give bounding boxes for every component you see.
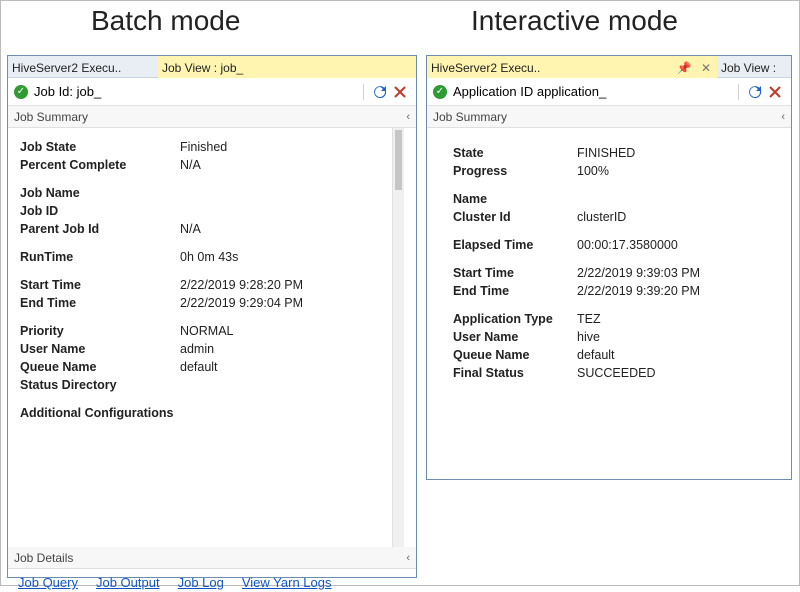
heading-interactive: Interactive mode xyxy=(471,5,678,37)
interactive-panel: HiveServer2 Execu.. 📌 ✕ Job View : ✓ App… xyxy=(426,55,792,480)
pin-icon[interactable]: 📌 xyxy=(677,61,692,75)
link-job-output[interactable]: Job Output xyxy=(96,575,160,590)
chevron-left-icon: ‹ xyxy=(781,111,785,123)
tab-label: HiveServer2 Execu.. xyxy=(12,61,121,75)
k-start: Start Time xyxy=(20,278,180,292)
v-queue: default xyxy=(180,360,218,374)
k-addconf: Additional Configurations xyxy=(20,406,240,420)
tab-jobview[interactable]: Job View : job_ xyxy=(158,56,416,78)
success-icon: ✓ xyxy=(433,85,447,99)
section-job-details[interactable]: Job Details ‹ xyxy=(8,547,416,569)
refresh-button[interactable] xyxy=(745,82,765,102)
link-job-log[interactable]: Job Log xyxy=(178,575,224,590)
tab-label: Job View : job_ xyxy=(162,61,243,75)
k-progress: Progress xyxy=(441,164,573,178)
app-id-value: application_ xyxy=(537,84,606,99)
v-apptype: TEZ xyxy=(573,312,601,326)
k-state: State xyxy=(441,146,573,160)
v-end: 2/22/2019 9:29:04 PM xyxy=(180,296,303,310)
detail-links: Job Query Job Output Job Log View Yarn L… xyxy=(8,569,416,592)
tab-hiveserver[interactable]: HiveServer2 Execu.. 📌 ✕ xyxy=(427,56,717,78)
v-name xyxy=(573,192,577,206)
app-id-row: ✓ Application ID application_ xyxy=(427,78,791,106)
k-runtime: RunTime xyxy=(20,250,180,264)
cancel-button[interactable] xyxy=(390,82,410,102)
k-statusdir: Status Directory xyxy=(20,378,180,392)
separator xyxy=(738,84,739,100)
success-icon: ✓ xyxy=(14,85,28,99)
k-cluster: Cluster Id xyxy=(441,210,573,224)
scroll-thumb[interactable] xyxy=(395,130,402,190)
section-label: Job Summary xyxy=(433,110,507,124)
k-apptype: Application Type xyxy=(441,312,573,326)
tab-jobview[interactable]: Job View : xyxy=(717,56,791,78)
k-job-state: Job State xyxy=(20,140,180,154)
v-percent: N/A xyxy=(180,158,201,172)
k-final: Final Status xyxy=(441,366,573,380)
v-queue: default xyxy=(573,348,615,362)
section-label: Job Summary xyxy=(14,110,88,124)
tabs-left: HiveServer2 Execu.. Job View : job_ xyxy=(8,56,416,78)
k-queue: Queue Name xyxy=(441,348,573,362)
v-parent: N/A xyxy=(180,222,201,236)
k-parent: Parent Job Id xyxy=(20,222,180,236)
v-end: 2/22/2019 9:39:20 PM xyxy=(573,284,700,298)
v-elapsed: 00:00:17.3580000 xyxy=(573,238,678,252)
tab-label: Job View : xyxy=(721,61,776,75)
v-user: hive xyxy=(573,330,600,344)
section-label: Job Details xyxy=(14,551,73,565)
k-priority: Priority xyxy=(20,324,180,338)
v-user: admin xyxy=(180,342,214,356)
k-end: End Time xyxy=(20,296,180,310)
job-id-label: Job Id: xyxy=(34,84,73,99)
summary-scroll: Job StateFinished Percent CompleteN/A Jo… xyxy=(8,128,416,547)
k-name: Name xyxy=(441,192,573,206)
v-priority: NORMAL xyxy=(180,324,233,338)
job-id-value: job_ xyxy=(77,84,102,99)
heading-batch: Batch mode xyxy=(91,5,240,37)
summary-body: StateFINISHED Progress100% Name Cluster … xyxy=(427,128,791,388)
tabs-right: HiveServer2 Execu.. 📌 ✕ Job View : xyxy=(427,56,791,78)
v-start: 2/22/2019 9:39:03 PM xyxy=(573,266,700,280)
k-job-id: Job ID xyxy=(20,204,180,218)
v-progress: 100% xyxy=(573,164,609,178)
refresh-button[interactable] xyxy=(370,82,390,102)
v-start: 2/22/2019 9:28:20 PM xyxy=(180,278,303,292)
v-final: SUCCEEDED xyxy=(573,366,656,380)
tab-label: HiveServer2 Execu.. xyxy=(431,61,540,75)
batch-panel: HiveServer2 Execu.. Job View : job_ ✓ Jo… xyxy=(7,55,417,578)
tab-hiveserver[interactable]: HiveServer2 Execu.. xyxy=(8,56,158,78)
job-id-row: ✓ Job Id: job_ xyxy=(8,78,416,106)
chevron-left-icon: ‹ xyxy=(406,552,410,564)
k-user: User Name xyxy=(20,342,180,356)
k-job-name: Job Name xyxy=(20,186,180,200)
v-state: FINISHED xyxy=(573,146,635,160)
section-job-summary[interactable]: Job Summary ‹ xyxy=(427,106,791,128)
separator xyxy=(363,84,364,100)
k-elapsed: Elapsed Time xyxy=(441,238,573,252)
k-end: End Time xyxy=(441,284,573,298)
k-queue: Queue Name xyxy=(20,360,180,374)
link-job-query[interactable]: Job Query xyxy=(18,575,78,590)
k-percent: Percent Complete xyxy=(20,158,180,172)
v-runtime: 0h 0m 43s xyxy=(180,250,238,264)
section-job-summary[interactable]: Job Summary ‹ xyxy=(8,106,416,128)
app-id-label: Application ID xyxy=(453,84,533,99)
link-view-yarn[interactable]: View Yarn Logs xyxy=(242,575,332,590)
cancel-button[interactable] xyxy=(765,82,785,102)
v-job-state: Finished xyxy=(180,140,227,154)
v-cluster: clusterID xyxy=(573,210,626,224)
scrollbar[interactable] xyxy=(392,128,404,547)
k-start: Start Time xyxy=(441,266,573,280)
chevron-left-icon: ‹ xyxy=(406,111,410,123)
close-tab-icon[interactable]: ✕ xyxy=(701,61,711,75)
k-user: User Name xyxy=(441,330,573,344)
